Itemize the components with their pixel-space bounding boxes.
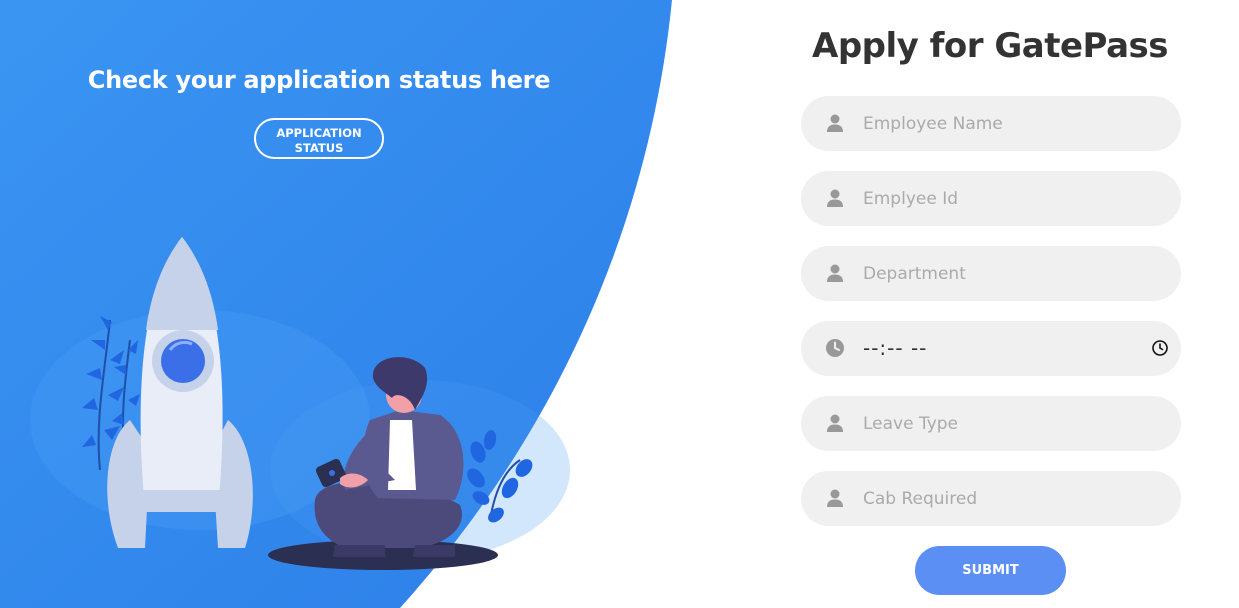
cab-required-input[interactable] [863,471,1153,526]
cab-required-field[interactable] [801,471,1181,526]
user-icon [825,488,845,508]
employee-name-field[interactable] [801,96,1181,151]
leave-type-field[interactable] [801,396,1181,451]
time-picker-clock-icon[interactable] [1151,339,1169,357]
form-title: Apply for GatePass [812,26,1169,66]
time-input-value[interactable]: --:-- -- [863,336,927,360]
department-input[interactable] [863,246,1153,301]
time-field[interactable]: --:-- -- [801,321,1181,376]
clock-icon [825,338,845,358]
employee-id-input[interactable] [863,171,1153,226]
submit-button[interactable]: SUBMIT [915,546,1066,595]
user-icon [825,113,845,133]
leave-type-input[interactable] [863,396,1153,451]
employee-id-field[interactable] [801,171,1181,226]
user-icon [825,263,845,283]
left-panel: Check your application status here APPLI… [0,0,680,608]
department-field[interactable] [801,246,1181,301]
user-icon [825,188,845,208]
application-status-button[interactable]: APPLICATION STATUS [254,118,384,159]
gatepass-form: Apply for GatePass --:-- -- [780,0,1200,608]
status-heading: Check your application status here [87,66,551,94]
user-icon [825,413,845,433]
employee-name-input[interactable] [863,96,1153,151]
